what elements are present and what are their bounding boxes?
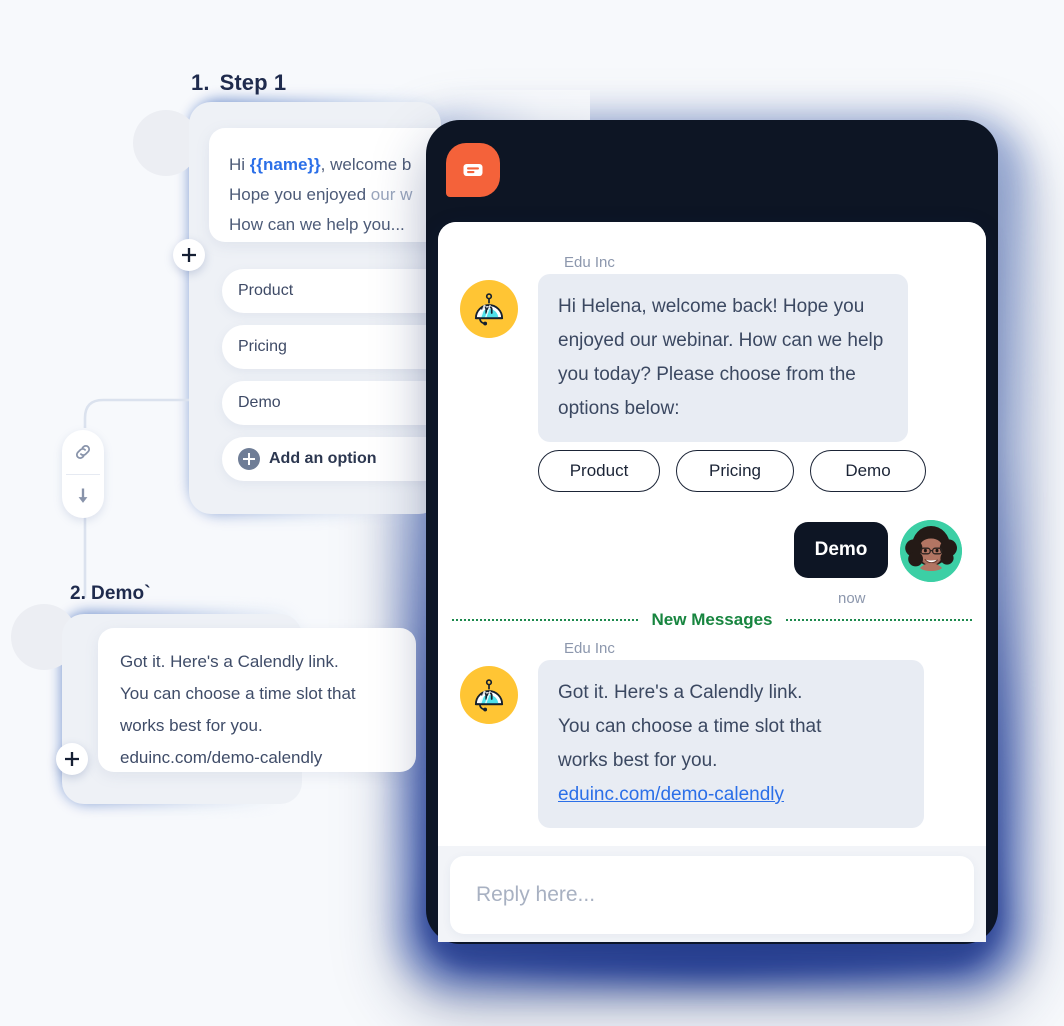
- add-node-button-demo[interactable]: [56, 743, 88, 775]
- message-timestamp: now: [838, 590, 866, 607]
- user-photo-avatar: [900, 520, 962, 582]
- calendly-link[interactable]: eduinc.com/demo-calendly: [558, 784, 784, 805]
- name-variable-token: {{name}}: [249, 155, 321, 174]
- step-1-number: 1.: [191, 70, 210, 95]
- step-2-label: 2. Demo`: [70, 583, 151, 605]
- illustration-canvas: 1. Step 1 Hi {{name}}, welcome b Hope you…: [0, 0, 1064, 1026]
- reply-placeholder-text: Reply here...: [476, 883, 596, 906]
- robot-avatar-icon: [460, 280, 518, 338]
- reply-input[interactable]: Reply here...: [450, 856, 974, 934]
- demo-line-2: You can choose a time slot that: [120, 684, 356, 703]
- user-message-bubble: Demo: [794, 522, 888, 578]
- add-an-option-label: Add an option: [269, 450, 377, 467]
- add-node-button-step1[interactable]: [173, 239, 205, 271]
- connector-actions[interactable]: [62, 430, 104, 518]
- flow-option-label: Product: [238, 282, 294, 299]
- bot-sender-name: Edu Inc: [564, 254, 615, 271]
- link-icon[interactable]: [72, 441, 94, 463]
- quick-reply-pricing[interactable]: Pricing: [676, 450, 794, 492]
- new-messages-label: New Messages: [651, 610, 773, 629]
- demo-line-3: works best for you.: [120, 716, 263, 735]
- arrow-down-icon[interactable]: [72, 485, 94, 507]
- new-messages-divider: New Messages: [438, 610, 986, 630]
- bot-message-2-line-3: works best for you.: [558, 750, 718, 771]
- bot-message-bubble-1: Hi Helena, welcome back! Hope you enjoye…: [538, 274, 908, 442]
- chat-messages-area: Edu Inc Hi Helena, welcome back! Hope yo…: [438, 222, 986, 850]
- step-2-title: Demo`: [91, 583, 151, 604]
- bot-message-2-line-1: Got it. Here's a Calendly link.: [558, 682, 803, 703]
- plus-icon: [238, 448, 260, 470]
- demo-line-4-url: eduinc.com/demo-calendly: [120, 748, 323, 767]
- flow-demo-message-box[interactable]: Got it. Here's a Calendly link. You can …: [98, 628, 416, 772]
- quick-reply-demo[interactable]: Demo: [810, 450, 926, 492]
- demo-line-1: Got it. Here's a Calendly link.: [120, 652, 339, 671]
- bot-message-2-line-2: You can choose a time slot that: [558, 716, 822, 737]
- flow-option-label: Pricing: [238, 338, 287, 355]
- quick-reply-product[interactable]: Product: [538, 450, 660, 492]
- divider-line-left: [452, 619, 638, 621]
- step-1-title: Step 1: [219, 70, 287, 95]
- pill-divider: [66, 474, 100, 475]
- chat-panel: Edu Inc Hi Helena, welcome back! Hope yo…: [438, 222, 986, 942]
- step-2-number: 2.: [70, 583, 87, 604]
- chat-bubble-logo-icon: [446, 143, 500, 197]
- divider-line-right: [786, 619, 973, 621]
- bot-message-bubble-2: Got it. Here's a Calendly link. You can …: [538, 660, 924, 828]
- flow-option-label: Demo: [238, 394, 281, 411]
- step-1-label: 1. Step 1: [191, 70, 286, 96]
- robot-avatar-icon-2: [460, 666, 518, 724]
- bot-sender-name-2: Edu Inc: [564, 640, 615, 657]
